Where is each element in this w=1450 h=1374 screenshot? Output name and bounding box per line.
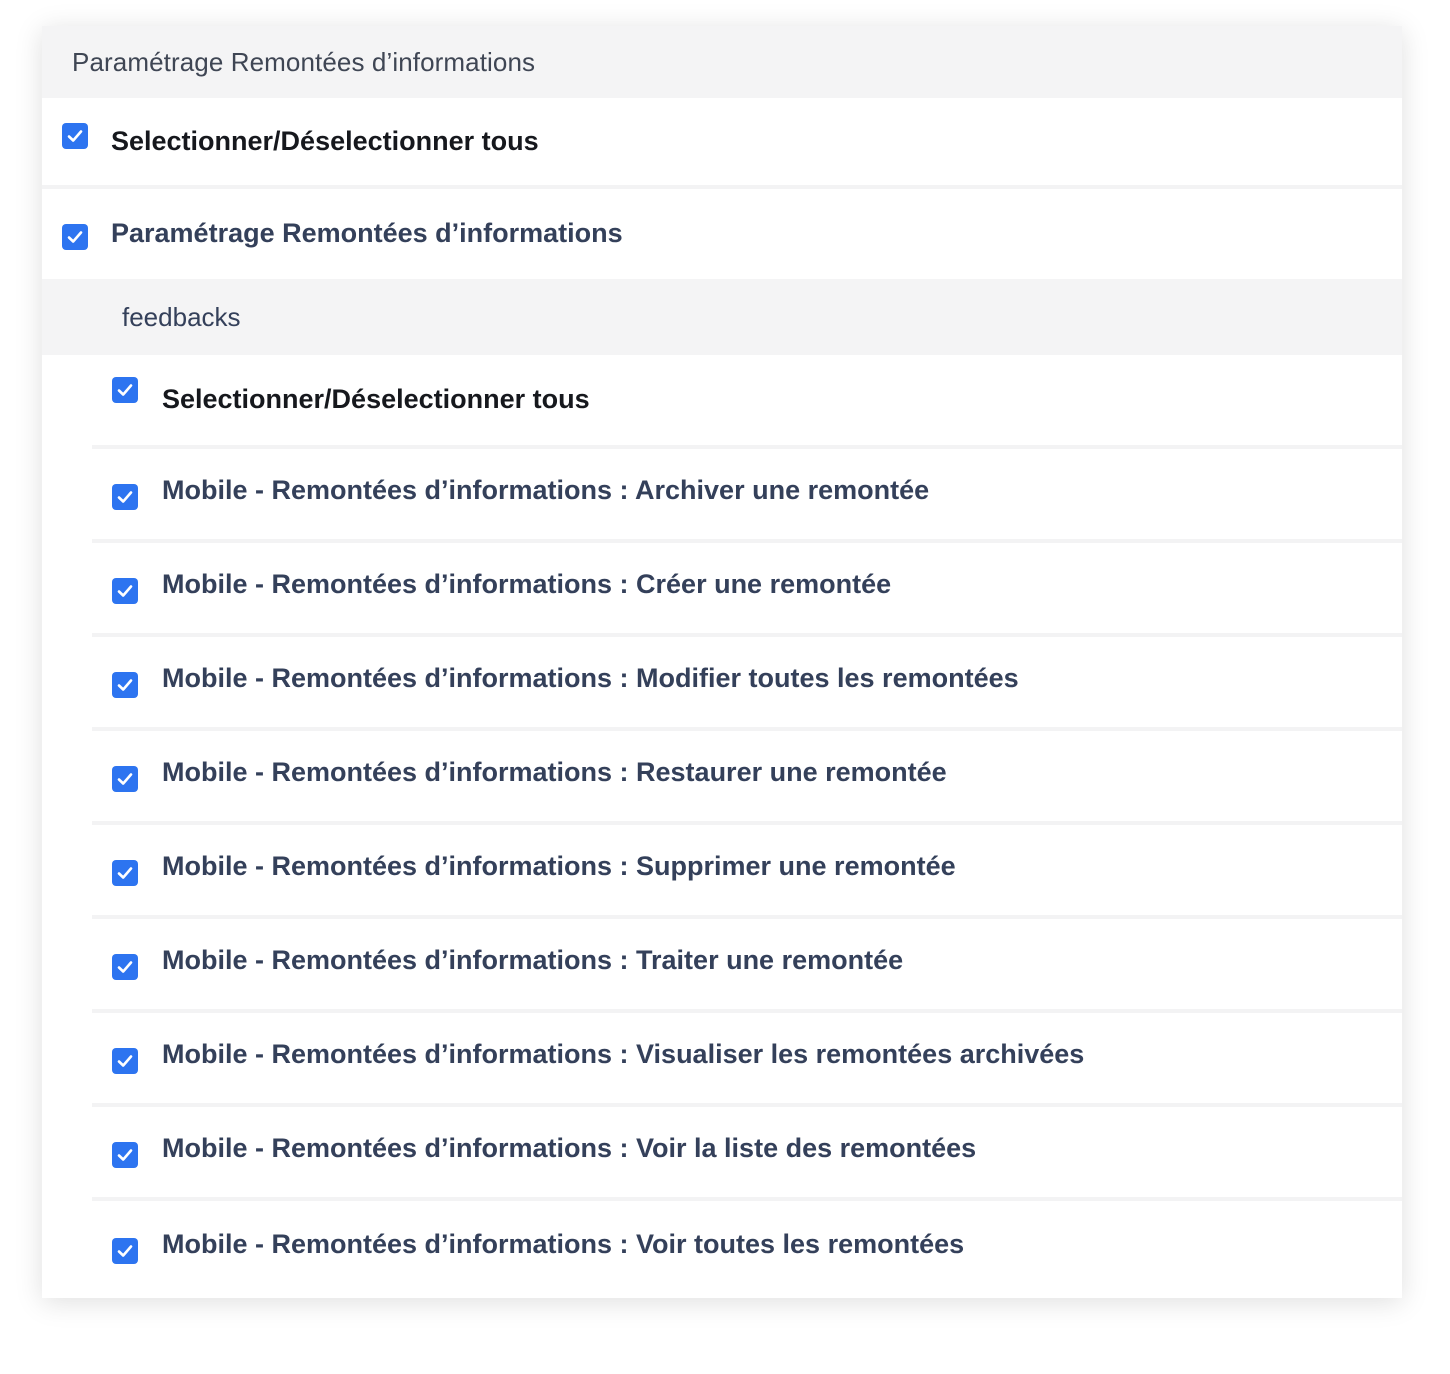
permission-list: Selectionner/Déselectionner tous Mobile … — [92, 355, 1402, 1295]
permission-checkbox[interactable] — [112, 484, 138, 510]
check-icon — [117, 585, 133, 597]
section-title: feedbacks — [42, 279, 1402, 355]
permission-checkbox[interactable] — [112, 1048, 138, 1074]
permission-label: Mobile - Remontées d’informations : Voir… — [162, 1132, 977, 1163]
panel-title: Paramétrage Remontées d’informations — [42, 26, 1402, 98]
permission-label: Mobile - Remontées d’informations : Voir… — [162, 1228, 965, 1259]
select-all-checkbox[interactable] — [62, 122, 88, 149]
permissions-panel: Paramétrage Remontées d’informations Sel… — [42, 26, 1402, 1298]
permission-item[interactable]: Mobile - Remontées d’informations : Voir… — [92, 1201, 1402, 1295]
select-all-label: Selectionner/Déselectionner tous — [111, 126, 539, 156]
permission-item[interactable]: Mobile - Remontées d’informations : Arch… — [92, 449, 1402, 543]
check-icon — [67, 231, 83, 243]
check-icon — [117, 773, 133, 785]
permission-checkbox[interactable] — [112, 1238, 138, 1264]
permission-item[interactable]: Mobile - Remontées d’informations : Modi… — [92, 637, 1402, 731]
check-icon — [117, 384, 133, 396]
permission-label: Mobile - Remontées d’informations : Rest… — [162, 756, 947, 787]
permission-label: Mobile - Remontées d’informations : Crée… — [162, 568, 892, 599]
permission-checkbox[interactable] — [112, 860, 138, 886]
group-checkbox[interactable] — [62, 224, 88, 250]
permission-checkbox[interactable] — [112, 1142, 138, 1168]
check-icon — [117, 679, 133, 691]
permission-label: Mobile - Remontées d’informations : Supp… — [162, 850, 956, 881]
group-row[interactable]: Paramétrage Remontées d’informations — [42, 189, 1402, 279]
section-select-all-label: Selectionner/Déselectionner tous — [162, 383, 590, 414]
check-icon — [117, 961, 133, 973]
permission-label: Mobile - Remontées d’informations : Arch… — [162, 474, 930, 505]
permission-item[interactable]: Mobile - Remontées d’informations : Visu… — [92, 1013, 1402, 1107]
permission-checkbox[interactable] — [112, 954, 138, 980]
check-icon — [117, 1055, 133, 1067]
permission-item[interactable]: Mobile - Remontées d’informations : Voir… — [92, 1107, 1402, 1201]
permission-item[interactable]: Mobile - Remontées d’informations : Trai… — [92, 919, 1402, 1013]
permission-checkbox[interactable] — [112, 672, 138, 698]
permission-item[interactable]: Mobile - Remontées d’informations : Rest… — [92, 731, 1402, 825]
select-all-row[interactable]: Selectionner/Déselectionner tous — [42, 98, 1402, 189]
permission-item[interactable]: Mobile - Remontées d’informations : Crée… — [92, 543, 1402, 637]
permission-checkbox[interactable] — [112, 578, 138, 604]
check-icon — [117, 1149, 133, 1161]
group-label: Paramétrage Remontées d’informations — [111, 217, 623, 248]
check-icon — [117, 491, 133, 503]
permission-checkbox[interactable] — [112, 766, 138, 792]
section-select-all-row[interactable]: Selectionner/Déselectionner tous — [92, 355, 1402, 449]
permission-label: Mobile - Remontées d’informations : Trai… — [162, 944, 904, 975]
permission-item[interactable]: Mobile - Remontées d’informations : Supp… — [92, 825, 1402, 919]
check-icon — [67, 129, 83, 142]
check-icon — [117, 867, 133, 879]
permission-label: Mobile - Remontées d’informations : Visu… — [162, 1038, 1085, 1069]
section-select-all-checkbox[interactable] — [112, 377, 138, 403]
permission-label: Mobile - Remontées d’informations : Modi… — [162, 662, 1019, 693]
check-icon — [117, 1245, 133, 1257]
